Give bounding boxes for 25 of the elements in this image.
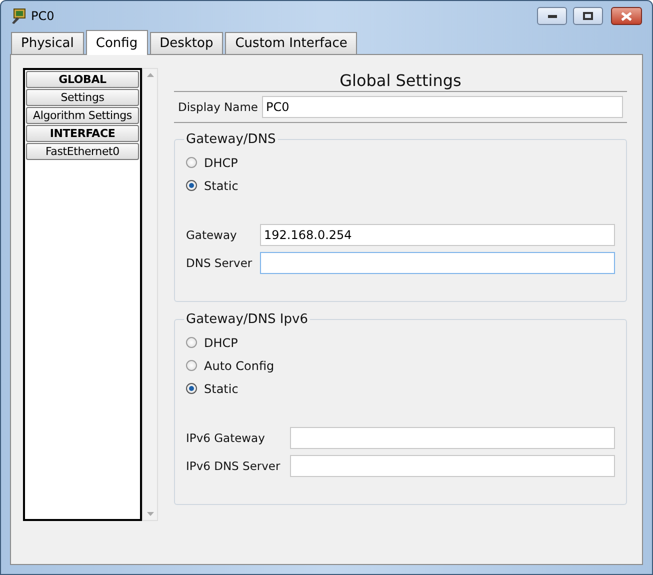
- section-header-button[interactable]: GLOBAL: [26, 71, 139, 88]
- window-title: PC0: [31, 9, 54, 23]
- tab[interactable]: Physical: [11, 32, 84, 54]
- radio-label[interactable]: Static: [204, 178, 238, 192]
- input-field[interactable]: 192.168.0.254: [260, 224, 615, 246]
- tab[interactable]: Desktop: [150, 32, 224, 54]
- sidebar-item[interactable]: FastEthernet0: [26, 143, 139, 160]
- input-field[interactable]: PC0: [262, 96, 623, 118]
- group-title: Gateway/DNS Ipv6: [185, 312, 309, 327]
- radio-label[interactable]: DHCP: [204, 336, 238, 350]
- tab[interactable]: Custom Interface: [225, 32, 358, 54]
- field-label: IPv6 Gateway: [186, 431, 266, 445]
- tab[interactable]: Config: [86, 30, 148, 55]
- sidebar-item[interactable]: Algorithm Settings: [26, 107, 139, 124]
- radio-label[interactable]: Static: [204, 382, 238, 396]
- field-label: Display Name: [178, 100, 258, 114]
- sidebar-item[interactable]: Settings: [26, 89, 139, 106]
- field-label: Gateway: [186, 228, 238, 242]
- section-header-button[interactable]: INTERFACE: [26, 125, 139, 142]
- section-title: Global Settings: [174, 68, 627, 92]
- field-label: DNS Server: [186, 256, 254, 270]
- field-label: IPv6 DNS Server: [186, 459, 282, 473]
- radio-label[interactable]: DHCP: [204, 156, 238, 170]
- radio-label[interactable]: Auto Config: [204, 358, 274, 372]
- group-title: Gateway/DNS: [185, 132, 277, 147]
